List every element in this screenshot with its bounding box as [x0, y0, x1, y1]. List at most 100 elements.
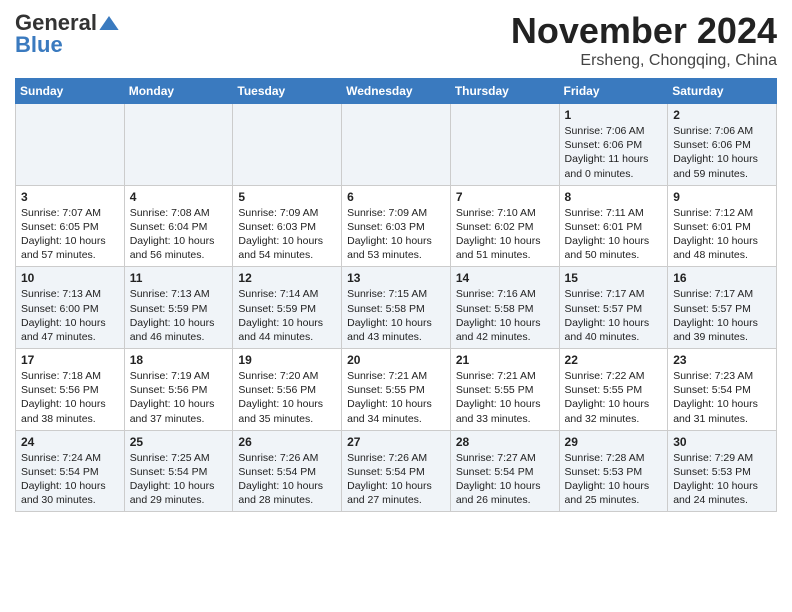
day-info: Sunrise: 7:14 AM: [238, 287, 336, 301]
day-number: 20: [347, 353, 445, 367]
day-info: Sunrise: 7:09 AM: [347, 206, 445, 220]
day-info: and 48 minutes.: [673, 248, 771, 262]
day-number: 23: [673, 353, 771, 367]
day-info: Daylight: 10 hours: [130, 316, 228, 330]
calendar-cell: [450, 104, 559, 186]
day-info: Sunrise: 7:10 AM: [456, 206, 554, 220]
day-info: and 0 minutes.: [565, 167, 663, 181]
day-number: 17: [21, 353, 119, 367]
day-info: Sunset: 5:55 PM: [456, 383, 554, 397]
day-number: 7: [456, 190, 554, 204]
logo-blue: Blue: [15, 32, 63, 58]
calendar-cell: 14Sunrise: 7:16 AMSunset: 5:58 PMDayligh…: [450, 267, 559, 349]
day-number: 24: [21, 435, 119, 449]
day-info: Sunset: 6:01 PM: [673, 220, 771, 234]
day-number: 21: [456, 353, 554, 367]
day-number: 9: [673, 190, 771, 204]
day-info: Sunrise: 7:12 AM: [673, 206, 771, 220]
calendar-week-row: 3Sunrise: 7:07 AMSunset: 6:05 PMDaylight…: [16, 185, 777, 267]
day-number: 12: [238, 271, 336, 285]
day-info: Sunset: 6:06 PM: [673, 138, 771, 152]
weekday-header: Thursday: [450, 79, 559, 104]
day-info: and 54 minutes.: [238, 248, 336, 262]
day-info: Daylight: 10 hours: [565, 316, 663, 330]
calendar-cell: 15Sunrise: 7:17 AMSunset: 5:57 PMDayligh…: [559, 267, 668, 349]
day-info: and 43 minutes.: [347, 330, 445, 344]
day-info: Sunrise: 7:21 AM: [456, 369, 554, 383]
title-block: November 2024 Ersheng, Chongqing, China: [511, 10, 777, 70]
day-number: 2: [673, 108, 771, 122]
weekday-header: Monday: [124, 79, 233, 104]
day-number: 13: [347, 271, 445, 285]
page-header: General Blue November 2024 Ersheng, Chon…: [15, 10, 777, 70]
day-info: and 35 minutes.: [238, 412, 336, 426]
day-info: Sunset: 5:56 PM: [130, 383, 228, 397]
day-info: Sunrise: 7:22 AM: [565, 369, 663, 383]
day-number: 30: [673, 435, 771, 449]
calendar-cell: 21Sunrise: 7:21 AMSunset: 5:55 PMDayligh…: [450, 349, 559, 431]
logo-icon: [99, 16, 119, 30]
day-info: and 37 minutes.: [130, 412, 228, 426]
calendar-cell: [342, 104, 451, 186]
calendar-cell: 3Sunrise: 7:07 AMSunset: 6:05 PMDaylight…: [16, 185, 125, 267]
day-info: Sunset: 5:54 PM: [673, 383, 771, 397]
day-info: Daylight: 11 hours: [565, 152, 663, 166]
weekday-header: Friday: [559, 79, 668, 104]
day-info: Sunrise: 7:11 AM: [565, 206, 663, 220]
day-info: Daylight: 10 hours: [238, 316, 336, 330]
day-info: Sunrise: 7:23 AM: [673, 369, 771, 383]
calendar-cell: 4Sunrise: 7:08 AMSunset: 6:04 PMDaylight…: [124, 185, 233, 267]
day-number: 29: [565, 435, 663, 449]
day-info: and 25 minutes.: [565, 493, 663, 507]
location: Ersheng, Chongqing, China: [511, 52, 777, 70]
day-info: and 26 minutes.: [456, 493, 554, 507]
calendar-cell: [16, 104, 125, 186]
day-number: 15: [565, 271, 663, 285]
day-info: Daylight: 10 hours: [21, 397, 119, 411]
day-info: and 47 minutes.: [21, 330, 119, 344]
day-info: and 53 minutes.: [347, 248, 445, 262]
day-info: Daylight: 10 hours: [238, 479, 336, 493]
day-info: Sunrise: 7:09 AM: [238, 206, 336, 220]
day-info: Daylight: 10 hours: [456, 479, 554, 493]
day-info: and 33 minutes.: [456, 412, 554, 426]
day-info: Daylight: 10 hours: [21, 479, 119, 493]
day-info: and 31 minutes.: [673, 412, 771, 426]
day-info: Sunset: 5:54 PM: [238, 465, 336, 479]
day-info: Daylight: 10 hours: [456, 234, 554, 248]
calendar-cell: 1Sunrise: 7:06 AMSunset: 6:06 PMDaylight…: [559, 104, 668, 186]
day-number: 4: [130, 190, 228, 204]
calendar-cell: 22Sunrise: 7:22 AMSunset: 5:55 PMDayligh…: [559, 349, 668, 431]
day-info: Sunset: 5:57 PM: [673, 302, 771, 316]
day-info: Sunrise: 7:17 AM: [673, 287, 771, 301]
day-info: Daylight: 10 hours: [130, 234, 228, 248]
day-info: Daylight: 10 hours: [456, 316, 554, 330]
day-info: and 46 minutes.: [130, 330, 228, 344]
calendar-cell: 26Sunrise: 7:26 AMSunset: 5:54 PMDayligh…: [233, 430, 342, 512]
day-info: Sunset: 6:02 PM: [456, 220, 554, 234]
day-info: Daylight: 10 hours: [238, 234, 336, 248]
day-info: Sunset: 6:03 PM: [238, 220, 336, 234]
day-info: Daylight: 10 hours: [673, 397, 771, 411]
day-number: 10: [21, 271, 119, 285]
day-info: Sunset: 5:57 PM: [565, 302, 663, 316]
calendar-cell: 7 Sunrise: 7:10 AMSunset: 6:02 PMDaylight…: [450, 185, 559, 267]
day-info: Sunset: 5:53 PM: [565, 465, 663, 479]
calendar-cell: 29Sunrise: 7:28 AMSunset: 5:53 PMDayligh…: [559, 430, 668, 512]
day-info: Sunrise: 7:19 AM: [130, 369, 228, 383]
day-info: Sunrise: 7:16 AM: [456, 287, 554, 301]
calendar-cell: 24Sunrise: 7:24 AMSunset: 5:54 PMDayligh…: [16, 430, 125, 512]
day-info: and 29 minutes.: [130, 493, 228, 507]
day-info: Sunrise: 7:28 AM: [565, 451, 663, 465]
day-info: Sunset: 6:00 PM: [21, 302, 119, 316]
day-info: Daylight: 10 hours: [565, 234, 663, 248]
calendar-cell: 25Sunrise: 7:25 AMSunset: 5:54 PMDayligh…: [124, 430, 233, 512]
day-info: Daylight: 10 hours: [238, 397, 336, 411]
calendar-cell: [233, 104, 342, 186]
day-info: Sunset: 6:01 PM: [565, 220, 663, 234]
day-info: Sunset: 5:54 PM: [347, 465, 445, 479]
day-info: Sunrise: 7:06 AM: [565, 124, 663, 138]
day-info: and 56 minutes.: [130, 248, 228, 262]
calendar-cell: [124, 104, 233, 186]
calendar-cell: 12Sunrise: 7:14 AMSunset: 5:59 PMDayligh…: [233, 267, 342, 349]
